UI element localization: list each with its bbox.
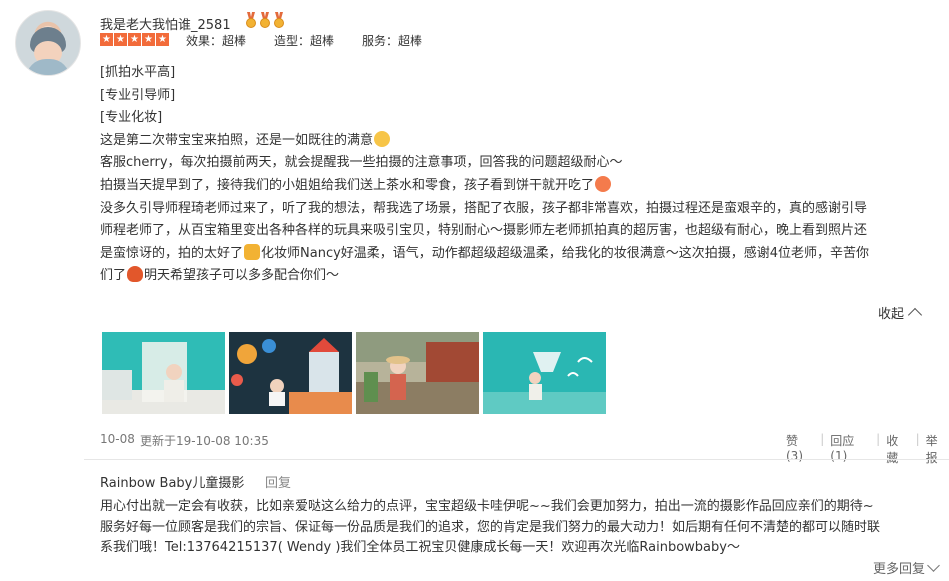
star-icon: ★ [100,33,113,46]
photo-gallery [102,332,606,414]
collapse-button[interactable]: 收起 [878,303,923,323]
review-line: 这是第二次带宝宝来拍照，还是一如既往的满意 [100,130,940,153]
review-text: 明天希望孩子可以多多配合你们～ [144,268,340,284]
review-line: 们了 明天希望孩子可以多多配合你们～ [100,265,940,288]
review-photo-3[interactable] [356,332,479,414]
review-line: 拍摄当天提早到了，接待我们的小姐姐给我们送上茶水和零食，孩子看到饼干就开吃了 [100,175,940,198]
chevron-up-icon [907,307,923,323]
review-text: 是蛮惊讶的，拍的太好了 [100,245,244,261]
heart-emoji-icon [127,266,144,283]
score-service: 服务：超棒 [362,34,423,48]
review-text: 化妆师Nancy好温柔，语气，动作都超级超级温柔，给我化的妆很满意～这次拍摄，感… [261,245,870,261]
review-tag: [专业引导师] [100,87,176,103]
review-photo-1[interactable] [102,332,225,414]
reply-button[interactable]: 回复 [265,472,291,491]
reply-line: 服务好每一位顾客是我们的宗旨、保证每一份品质是我们的追求，您的肯定是我们努力的最… [100,519,881,535]
score-effect: 效果：超棒 [186,34,247,48]
applause-emoji-icon [244,243,261,260]
reply-line: 系我们哦！Tel:13764215137( Wendy )我们全体员工祝宝贝健康… [100,540,740,555]
review-text: 这是第二次带宝宝来拍照，还是一如既往的满意 [100,132,374,148]
star-icon: ★ [128,33,141,46]
yum-emoji-icon [595,175,612,192]
user-badges [245,12,285,28]
review-photo-2[interactable] [229,332,352,414]
review-tag: [抓拍水平高] [100,65,176,80]
review-updated: 更新于19-10-08 10:35 [140,434,269,448]
review-line: 客服cherry，每次拍摄前两天，就会提醒我一些拍摄的注意事项，回答我的问题超级… [100,155,623,171]
star-icon: ★ [114,33,127,46]
medal-icon [260,12,270,28]
merchant-name[interactable]: Rainbow Baby儿童摄影 [100,472,244,491]
reply-line: 用心付出就一定会有收获，比如亲爱哒这么给力的点评，宝宝超级卡哇伊呢~~我们会更加… [100,499,874,514]
review-text: 们了 [100,268,127,284]
username[interactable]: 我是老大我怕谁_2581 [100,14,231,33]
star-icon: ★ [142,33,155,46]
collapse-label: 收起 [878,307,905,322]
review-text: 拍摄当天提早到了，接待我们的小姐姐给我们送上茶水和零食，孩子看到饼干就开吃了 [100,177,595,193]
review-tag: [专业化妆] [100,110,163,126]
merchant-reply-text: 用心付出就一定会有收获，比如亲爱哒这么给力的点评，宝宝超级卡哇伊呢~~我们会更加… [100,497,945,559]
review-line: 师程老师了，从百宝箱里变出各种各样的玩具来吸引宝贝，特别耐心～摄影师左老师抓拍真… [100,223,868,239]
smile-emoji-icon [374,130,391,147]
medal-icon [246,12,256,28]
review-line: 没多久引导师程琦老师过来了，听了我的想法，帮我选了场景，搭配了衣服，孩子都非常喜… [100,200,868,216]
more-replies-label: 更多回复 [873,562,926,577]
medal-icon [274,12,284,28]
user-avatar[interactable] [15,10,81,76]
chevron-down-icon [927,559,940,572]
more-replies-button[interactable]: 更多回复 [873,558,940,577]
review-line: 是蛮惊讶的，拍的太好了 化妆师Nancy好温柔，语气，动作都超级超级温柔，给我化的… [100,243,940,266]
review-date: 10-08 [100,432,135,446]
rating-stars: ★ ★ ★ ★ ★ [100,33,169,46]
review-photo-4[interactable] [483,332,606,414]
score-styling: 造型：超棒 [274,34,335,48]
star-icon: ★ [156,33,169,46]
review-body: [抓拍水平高] [专业引导师] [专业化妆] 这是第二次带宝宝来拍照，还是一如既… [100,62,940,288]
